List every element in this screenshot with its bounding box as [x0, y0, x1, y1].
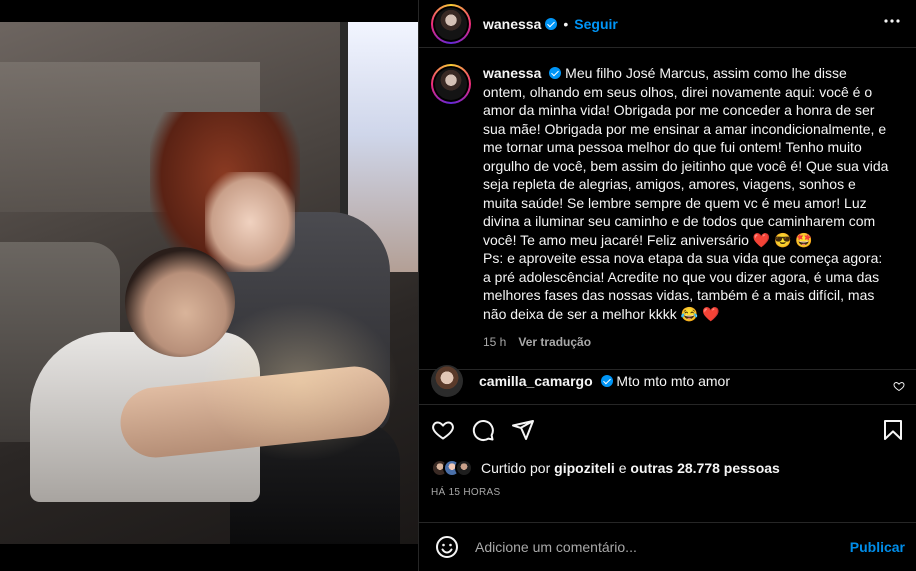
comment-item: camilla_camargo Mto mto mto amor — [419, 358, 916, 404]
author-username[interactable]: wanessa — [483, 16, 541, 32]
liked-by: Curtido por gipoziteli e outras 28.778 p… — [431, 459, 905, 477]
post-media[interactable] — [0, 0, 418, 571]
post-header: wanessa • Seguir — [419, 0, 916, 48]
caption-meta: 15 h Ver tradução — [483, 335, 904, 349]
comment-text: camilla_camargo Mto mto mto amor — [479, 373, 730, 389]
caption: wanessa Meu filho José Marcus, assim com… — [431, 64, 904, 323]
liker-avatar — [455, 459, 473, 477]
see-translation-link[interactable]: Ver tradução — [518, 335, 591, 349]
separator-dot: • — [563, 15, 569, 32]
liked-by-middle: e — [618, 460, 627, 476]
liked-by-user[interactable]: gipoziteli — [554, 460, 615, 476]
commenter-avatar[interactable] — [431, 365, 463, 397]
more-options-button[interactable] — [880, 9, 904, 38]
verified-icon — [545, 17, 558, 30]
sunlight-glow — [200, 302, 400, 462]
avatar-ring-inner — [433, 66, 469, 102]
avatar-image — [435, 7, 467, 40]
commenter-username[interactable]: camilla_camargo — [479, 373, 593, 389]
post-side-panel: wanessa • Seguir wanessa Meu filho José … — [418, 0, 916, 571]
comments-section: wanessa Meu filho José Marcus, assim com… — [419, 48, 916, 370]
caption-author-username[interactable]: wanessa — [483, 65, 541, 81]
avatar-image — [435, 68, 467, 100]
verified-icon — [549, 67, 562, 79]
heart-icon[interactable] — [431, 418, 455, 442]
likes-count[interactable]: outras 28.778 pessoas — [630, 460, 779, 476]
comment-icon[interactable] — [471, 418, 495, 442]
post-timestamp[interactable]: HÁ 15 HORAS — [431, 487, 905, 498]
comment-like-icon[interactable] — [893, 380, 905, 392]
comment-input[interactable]: Adicione um comentário... — [475, 539, 850, 555]
liker-avatars[interactable] — [431, 459, 473, 477]
caption-emojis-2: 😂 ❤️ — [680, 305, 720, 322]
caption-body: Meu filho José Marcus, assim como lhe di… — [483, 65, 889, 248]
share-icon[interactable] — [511, 418, 535, 442]
comment-composer: Adicione um comentário... Publicar — [419, 522, 916, 571]
author-avatar[interactable] — [431, 3, 471, 44]
liked-by-prefix: Curtido por — [481, 460, 551, 476]
verified-icon — [600, 375, 613, 387]
post-comment-button[interactable]: Publicar — [850, 539, 905, 555]
more-icon — [884, 19, 900, 23]
bookmark-icon[interactable] — [881, 418, 905, 442]
caption-emojis: ❤️ 😎 🤩 — [752, 231, 813, 248]
action-icons — [431, 417, 905, 443]
avatar-ring-inner — [433, 5, 469, 42]
post-actions: Curtido por gipoziteli e outras 28.778 p… — [419, 404, 916, 498]
caption-author-avatar[interactable] — [431, 64, 471, 104]
caption-age: 15 h — [483, 335, 507, 349]
mother-face — [205, 172, 295, 272]
post-photo[interactable] — [0, 22, 418, 544]
caption-text: wanessa Meu filho José Marcus, assim com… — [483, 64, 893, 323]
emoji-icon[interactable] — [435, 535, 459, 559]
follow-button[interactable]: Seguir — [574, 16, 618, 32]
comment-body: Mto mto mto amor — [616, 373, 730, 389]
